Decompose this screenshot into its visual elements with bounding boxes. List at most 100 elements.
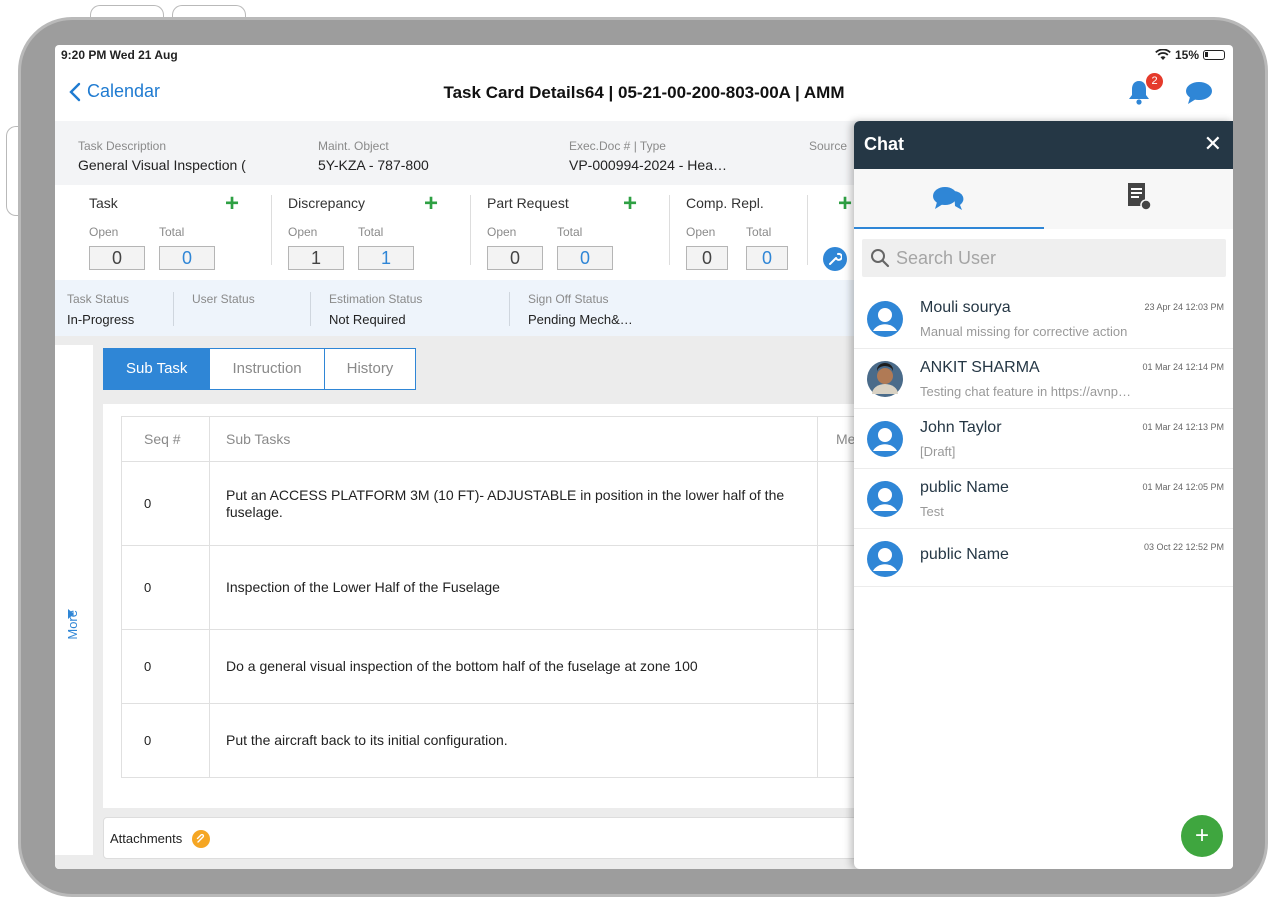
- sign-off-status-label: Sign Off Status: [528, 292, 609, 306]
- task-status: Task Status In-Progress: [67, 292, 134, 327]
- header-seq: Seq #: [122, 417, 210, 461]
- battery-icon: [1203, 50, 1225, 60]
- add-comp-repl-button[interactable]: +: [838, 192, 852, 216]
- message-time: 01 Mar 24 12:14 PM: [1142, 362, 1224, 372]
- tools-button[interactable]: [823, 247, 847, 271]
- avatar-icon: [867, 301, 903, 337]
- subtask-table-container: Seq # Sub Tasks Me 0 Put an ACCESS PLATF…: [103, 404, 881, 808]
- open-count: 0: [686, 246, 728, 270]
- chat-title: Chat: [864, 134, 904, 154]
- row-seq: 0: [122, 630, 210, 703]
- status-bar: 9:20 PM Wed 21 Aug 15%: [55, 45, 1233, 67]
- table-header: Seq # Sub Tasks Me: [122, 416, 881, 462]
- table-row[interactable]: 0 Do a general visual inspection of the …: [122, 630, 881, 704]
- counter-title: Discrepancy: [288, 195, 366, 211]
- estimation-status-label: Estimation Status: [329, 292, 423, 306]
- close-icon[interactable]: ✕: [1204, 131, 1222, 157]
- open-count: 0: [89, 246, 145, 270]
- row-text: Inspection of the Lower Half of the Fuse…: [210, 546, 818, 629]
- estimation-status: Estimation Status Not Required: [329, 292, 422, 327]
- divider: [470, 195, 471, 265]
- task-description-label: Task Description: [78, 139, 167, 153]
- contact-name: public Name: [920, 546, 1009, 563]
- total-count: 0: [746, 246, 788, 270]
- estimation-status-value: Not Required: [329, 312, 406, 327]
- task-status-label: Task Status: [67, 292, 130, 306]
- table-row[interactable]: 0 Put the aircraft back to its initial c…: [122, 704, 881, 778]
- notifications-button[interactable]: 2: [1127, 73, 1163, 107]
- last-message: Testing chat feature in https://avnp…: [920, 384, 1132, 399]
- chat-header: Chat ✕: [854, 121, 1233, 169]
- maint-object-value: 5Y-KZA - 787-800: [318, 157, 429, 173]
- document-chat-icon: [1128, 183, 1152, 211]
- list-item[interactable]: Mouli sourya Manual missing for correcti…: [854, 289, 1233, 349]
- status-right: 15%: [1155, 48, 1225, 62]
- exec-doc-value: VP-000994-2024 - Hea…: [569, 157, 727, 173]
- add-part-request-button[interactable]: +: [623, 192, 637, 216]
- open-label: Open: [89, 225, 119, 239]
- row-text: Do a general visual inspection of the bo…: [210, 630, 818, 703]
- total-count: 0: [159, 246, 215, 270]
- open-count: 0: [487, 246, 543, 270]
- row-seq: 0: [122, 462, 210, 545]
- contact-name: public Name: [920, 479, 1009, 496]
- chat-button[interactable]: [1185, 81, 1213, 105]
- list-item[interactable]: public Name Test 01 Mar 24 12:05 PM: [854, 469, 1233, 529]
- total-count: 1: [358, 246, 414, 270]
- task-description-value: General Visual Inspection (: [78, 157, 246, 173]
- divider: [173, 292, 174, 326]
- list-item[interactable]: ANKIT SHARMA Testing chat feature in htt…: [854, 349, 1233, 409]
- exec-doc: Exec.Doc # | Type VP-000994-2024 - Hea…: [569, 139, 727, 173]
- table-row[interactable]: 0 Inspection of the Lower Half of the Fu…: [122, 546, 881, 630]
- divider: [807, 195, 808, 265]
- tab-conversations[interactable]: [854, 169, 1044, 229]
- total-label: Total: [557, 225, 583, 239]
- avatar-icon: [867, 481, 903, 517]
- message-time: 03 Oct 22 12:52 PM: [1143, 542, 1224, 552]
- tab-log[interactable]: [1044, 169, 1233, 229]
- last-message: Test: [920, 504, 944, 519]
- message-time: 01 Mar 24 12:13 PM: [1142, 422, 1224, 432]
- search-icon: [871, 249, 890, 268]
- sign-off-status-value: Pending Mech&…: [528, 312, 633, 327]
- counter-task: Task + Open Total 0 0: [89, 192, 279, 270]
- app-screen: 9:20 PM Wed 21 Aug 15% Calendar Task Car…: [55, 45, 1233, 869]
- tab-sub-task[interactable]: Sub Task: [104, 349, 211, 389]
- divider: [669, 195, 670, 265]
- message-time: 01 Mar 24 12:05 PM: [1142, 482, 1224, 492]
- nav-bar: Calendar Task Card Details64 | 05-21-00-…: [55, 69, 1233, 121]
- tab-history[interactable]: History: [324, 349, 416, 389]
- add-discrepancy-button[interactable]: +: [424, 192, 438, 216]
- attachments-bar[interactable]: Attachments: [103, 817, 863, 859]
- open-label: Open: [487, 225, 517, 239]
- attachments-label: Attachments: [110, 831, 183, 846]
- contact-name: John Taylor: [920, 419, 1002, 436]
- total-label: Total: [159, 225, 185, 239]
- sign-off-status: Sign Off Status Pending Mech&…: [528, 292, 633, 327]
- avatar-icon: [867, 421, 903, 457]
- counter-part-request: Part Request + Open Total 0 0: [487, 192, 677, 270]
- header-sub-tasks: Sub Tasks: [210, 417, 818, 461]
- source-label: Source: [809, 139, 848, 153]
- row-text: Put the aircraft back to its initial con…: [210, 704, 818, 777]
- table-row[interactable]: 0 Put an ACCESS PLATFORM 3M (10 FT)- ADJ…: [122, 462, 881, 546]
- list-item[interactable]: John Taylor [Draft] 01 Mar 24 12:13 PM: [854, 409, 1233, 469]
- paperclip-icon[interactable]: [192, 830, 210, 848]
- more-panel-toggle[interactable]: More: [55, 345, 93, 855]
- tab-instruction[interactable]: Instruction: [210, 349, 325, 389]
- notification-badge: 2: [1146, 73, 1163, 90]
- avatar-icon: [867, 541, 903, 577]
- last-message: [Draft]: [920, 444, 956, 459]
- add-task-button[interactable]: +: [225, 192, 239, 216]
- chat-bubbles-icon: [933, 187, 964, 210]
- counter-title: Task: [89, 195, 118, 211]
- search-field: [862, 239, 1226, 277]
- clock: 9:20 PM Wed 21 Aug: [61, 48, 178, 62]
- battery-percent: 15%: [1174, 48, 1199, 62]
- search-input[interactable]: [896, 243, 1216, 273]
- row-text: Put an ACCESS PLATFORM 3M (10 FT)- ADJUS…: [210, 462, 818, 545]
- exec-doc-label: Exec.Doc # | Type: [569, 139, 666, 153]
- new-chat-button[interactable]: +: [1181, 815, 1223, 857]
- total-count: 0: [557, 246, 613, 270]
- list-item[interactable]: public Name 03 Oct 22 12:52 PM: [854, 529, 1233, 587]
